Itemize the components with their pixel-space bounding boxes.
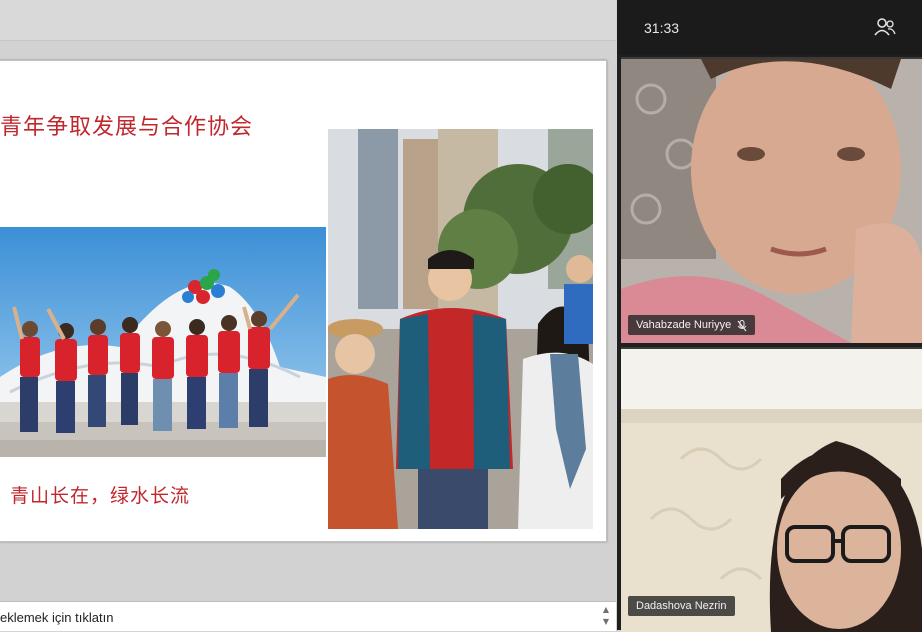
presentation-editor: 青年争取发展与合作协会 青山长在，绿水长流 eklemek için tıkla… xyxy=(0,0,616,631)
participant-name-tag-2: Dadashova Nezrin xyxy=(628,596,735,616)
street-photo[interactable] xyxy=(328,129,593,529)
slide-subtitle[interactable]: 青山长在，绿水长流 xyxy=(10,481,190,508)
notes-scrollbar[interactable]: ▲ ▼ xyxy=(600,604,612,628)
more-options-edge[interactable] xyxy=(915,17,922,37)
participant-tile-1[interactable]: Vahabzade Nuriyye xyxy=(621,57,922,343)
call-header: 31:33 xyxy=(617,0,922,55)
mic-off-icon xyxy=(737,319,747,332)
participant-tile-2[interactable]: Dadashova Nezrin xyxy=(621,347,922,632)
editor-toolbar-strip xyxy=(0,0,616,41)
video-call-panel: 31:33 Vahabzade Nuriyye Dadashova Nezrin xyxy=(617,0,922,632)
slide-canvas[interactable]: 青年争取发展与合作协会 青山长在，绿水长流 xyxy=(0,60,607,542)
participant-name-2: Dadashova Nezrin xyxy=(636,600,727,612)
scroll-down-icon[interactable]: ▼ xyxy=(600,616,612,628)
participant-name-1: Vahabzade Nuriyye xyxy=(636,319,732,331)
speaker-notes-pane[interactable]: eklemek için tıklatın ▲ ▼ xyxy=(0,601,616,631)
call-timer: 31:33 xyxy=(644,20,680,36)
notes-placeholder[interactable]: eklemek için tıklatın xyxy=(0,610,113,625)
participant-name-tag-1: Vahabzade Nuriyye xyxy=(628,315,756,335)
group-photo[interactable] xyxy=(0,227,326,457)
slide-title[interactable]: 青年争取发展与合作协会 xyxy=(0,109,253,141)
scroll-up-icon[interactable]: ▲ xyxy=(600,604,612,616)
people-icon[interactable] xyxy=(874,17,896,37)
